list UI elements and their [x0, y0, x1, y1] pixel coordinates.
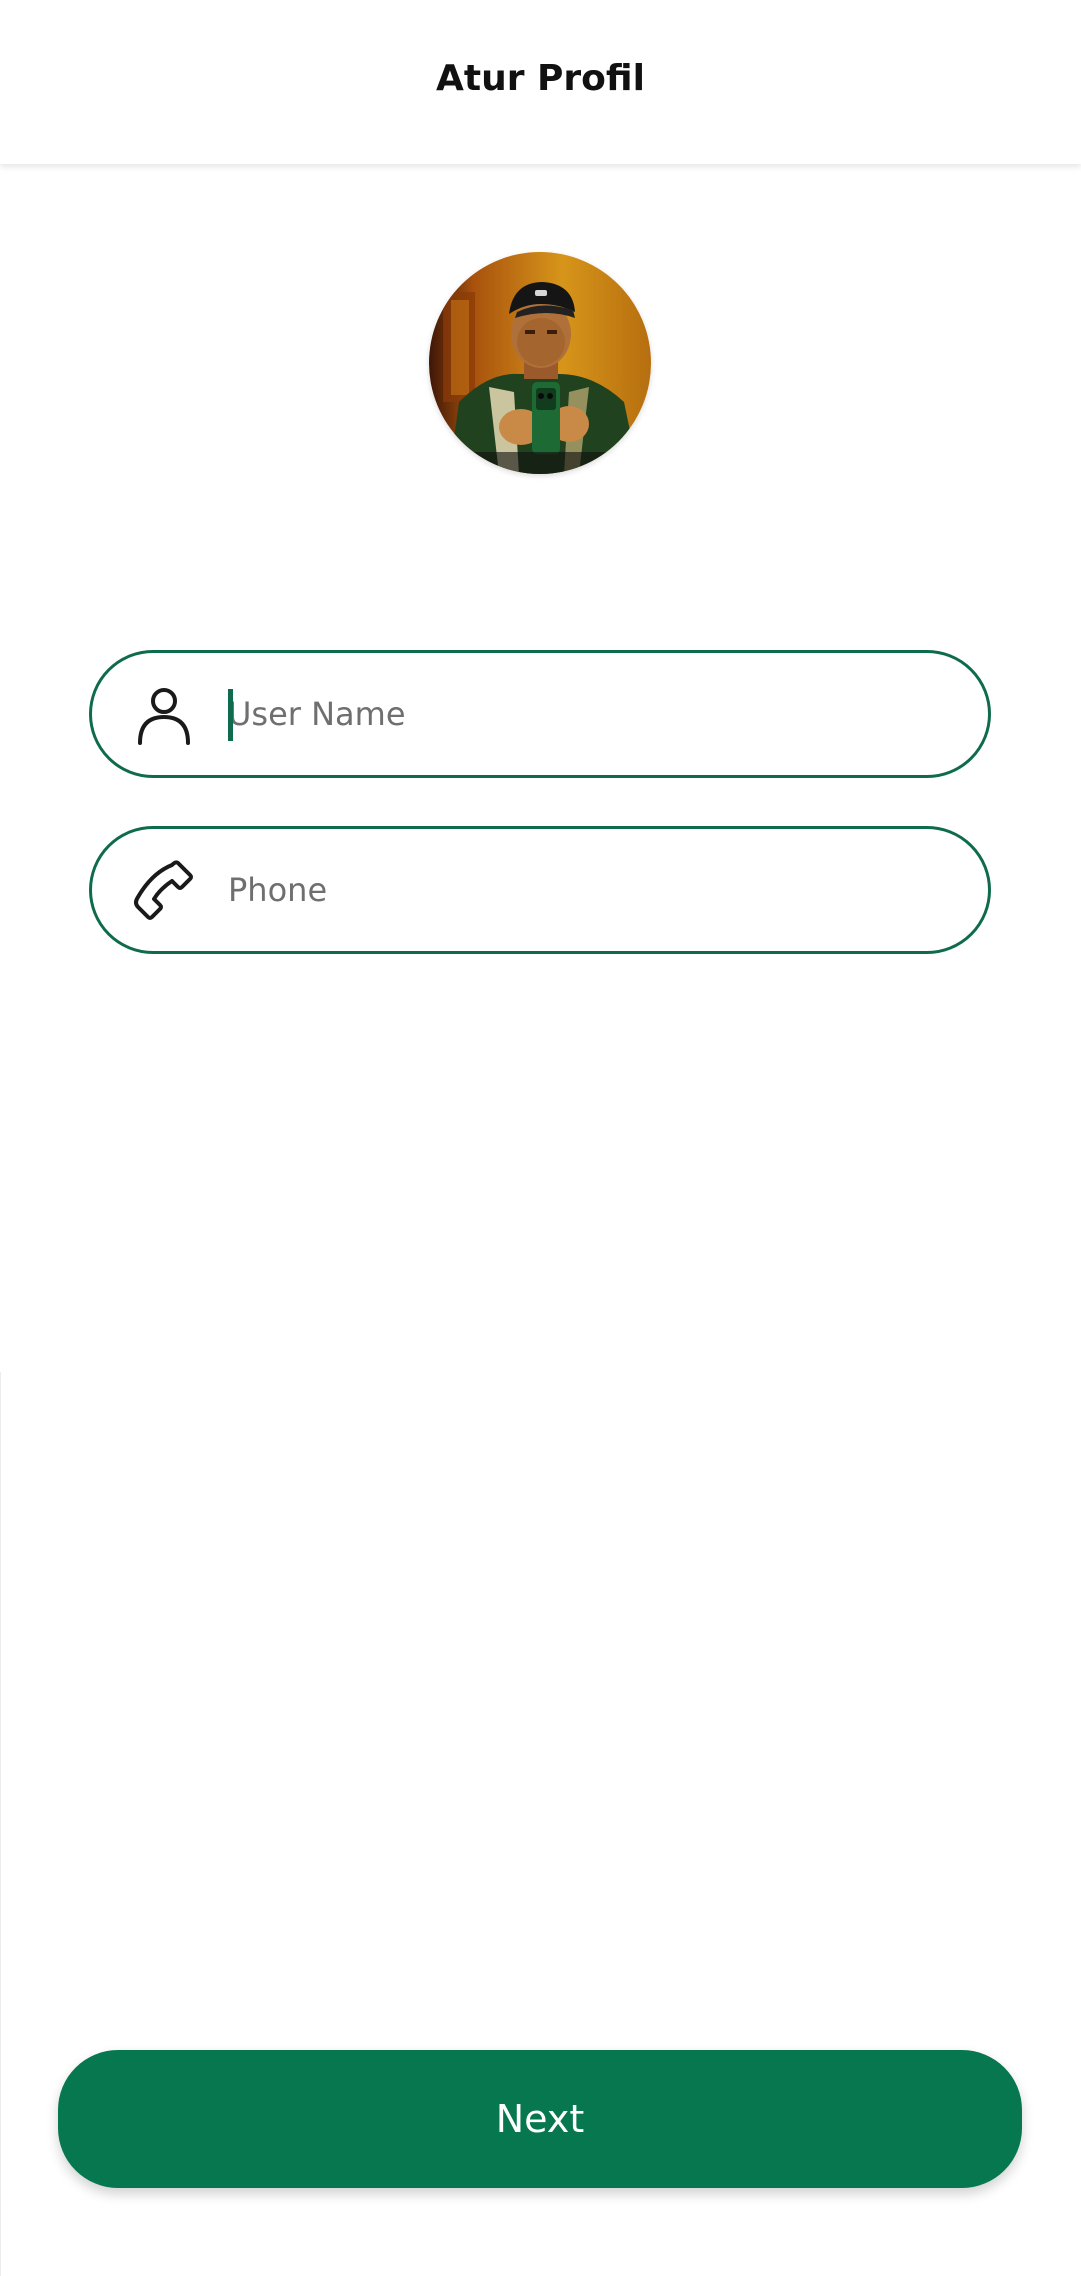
phone-icon: [134, 860, 193, 920]
edge-divider: [0, 1372, 1, 2276]
username-field[interactable]: [89, 650, 991, 778]
profile-photo-image: [429, 252, 651, 474]
username-input[interactable]: [228, 653, 948, 775]
phone-input[interactable]: [228, 829, 948, 951]
text-cursor: [228, 689, 233, 741]
user-icon: [138, 688, 190, 745]
page-title: Atur Profil: [436, 57, 645, 99]
next-button-label: Next: [495, 2097, 585, 2141]
next-button[interactable]: Next: [58, 2050, 1022, 2188]
app-bar: Atur Profil: [0, 0, 1081, 164]
profile-avatar[interactable]: [429, 252, 651, 474]
phone-field[interactable]: [89, 826, 991, 954]
